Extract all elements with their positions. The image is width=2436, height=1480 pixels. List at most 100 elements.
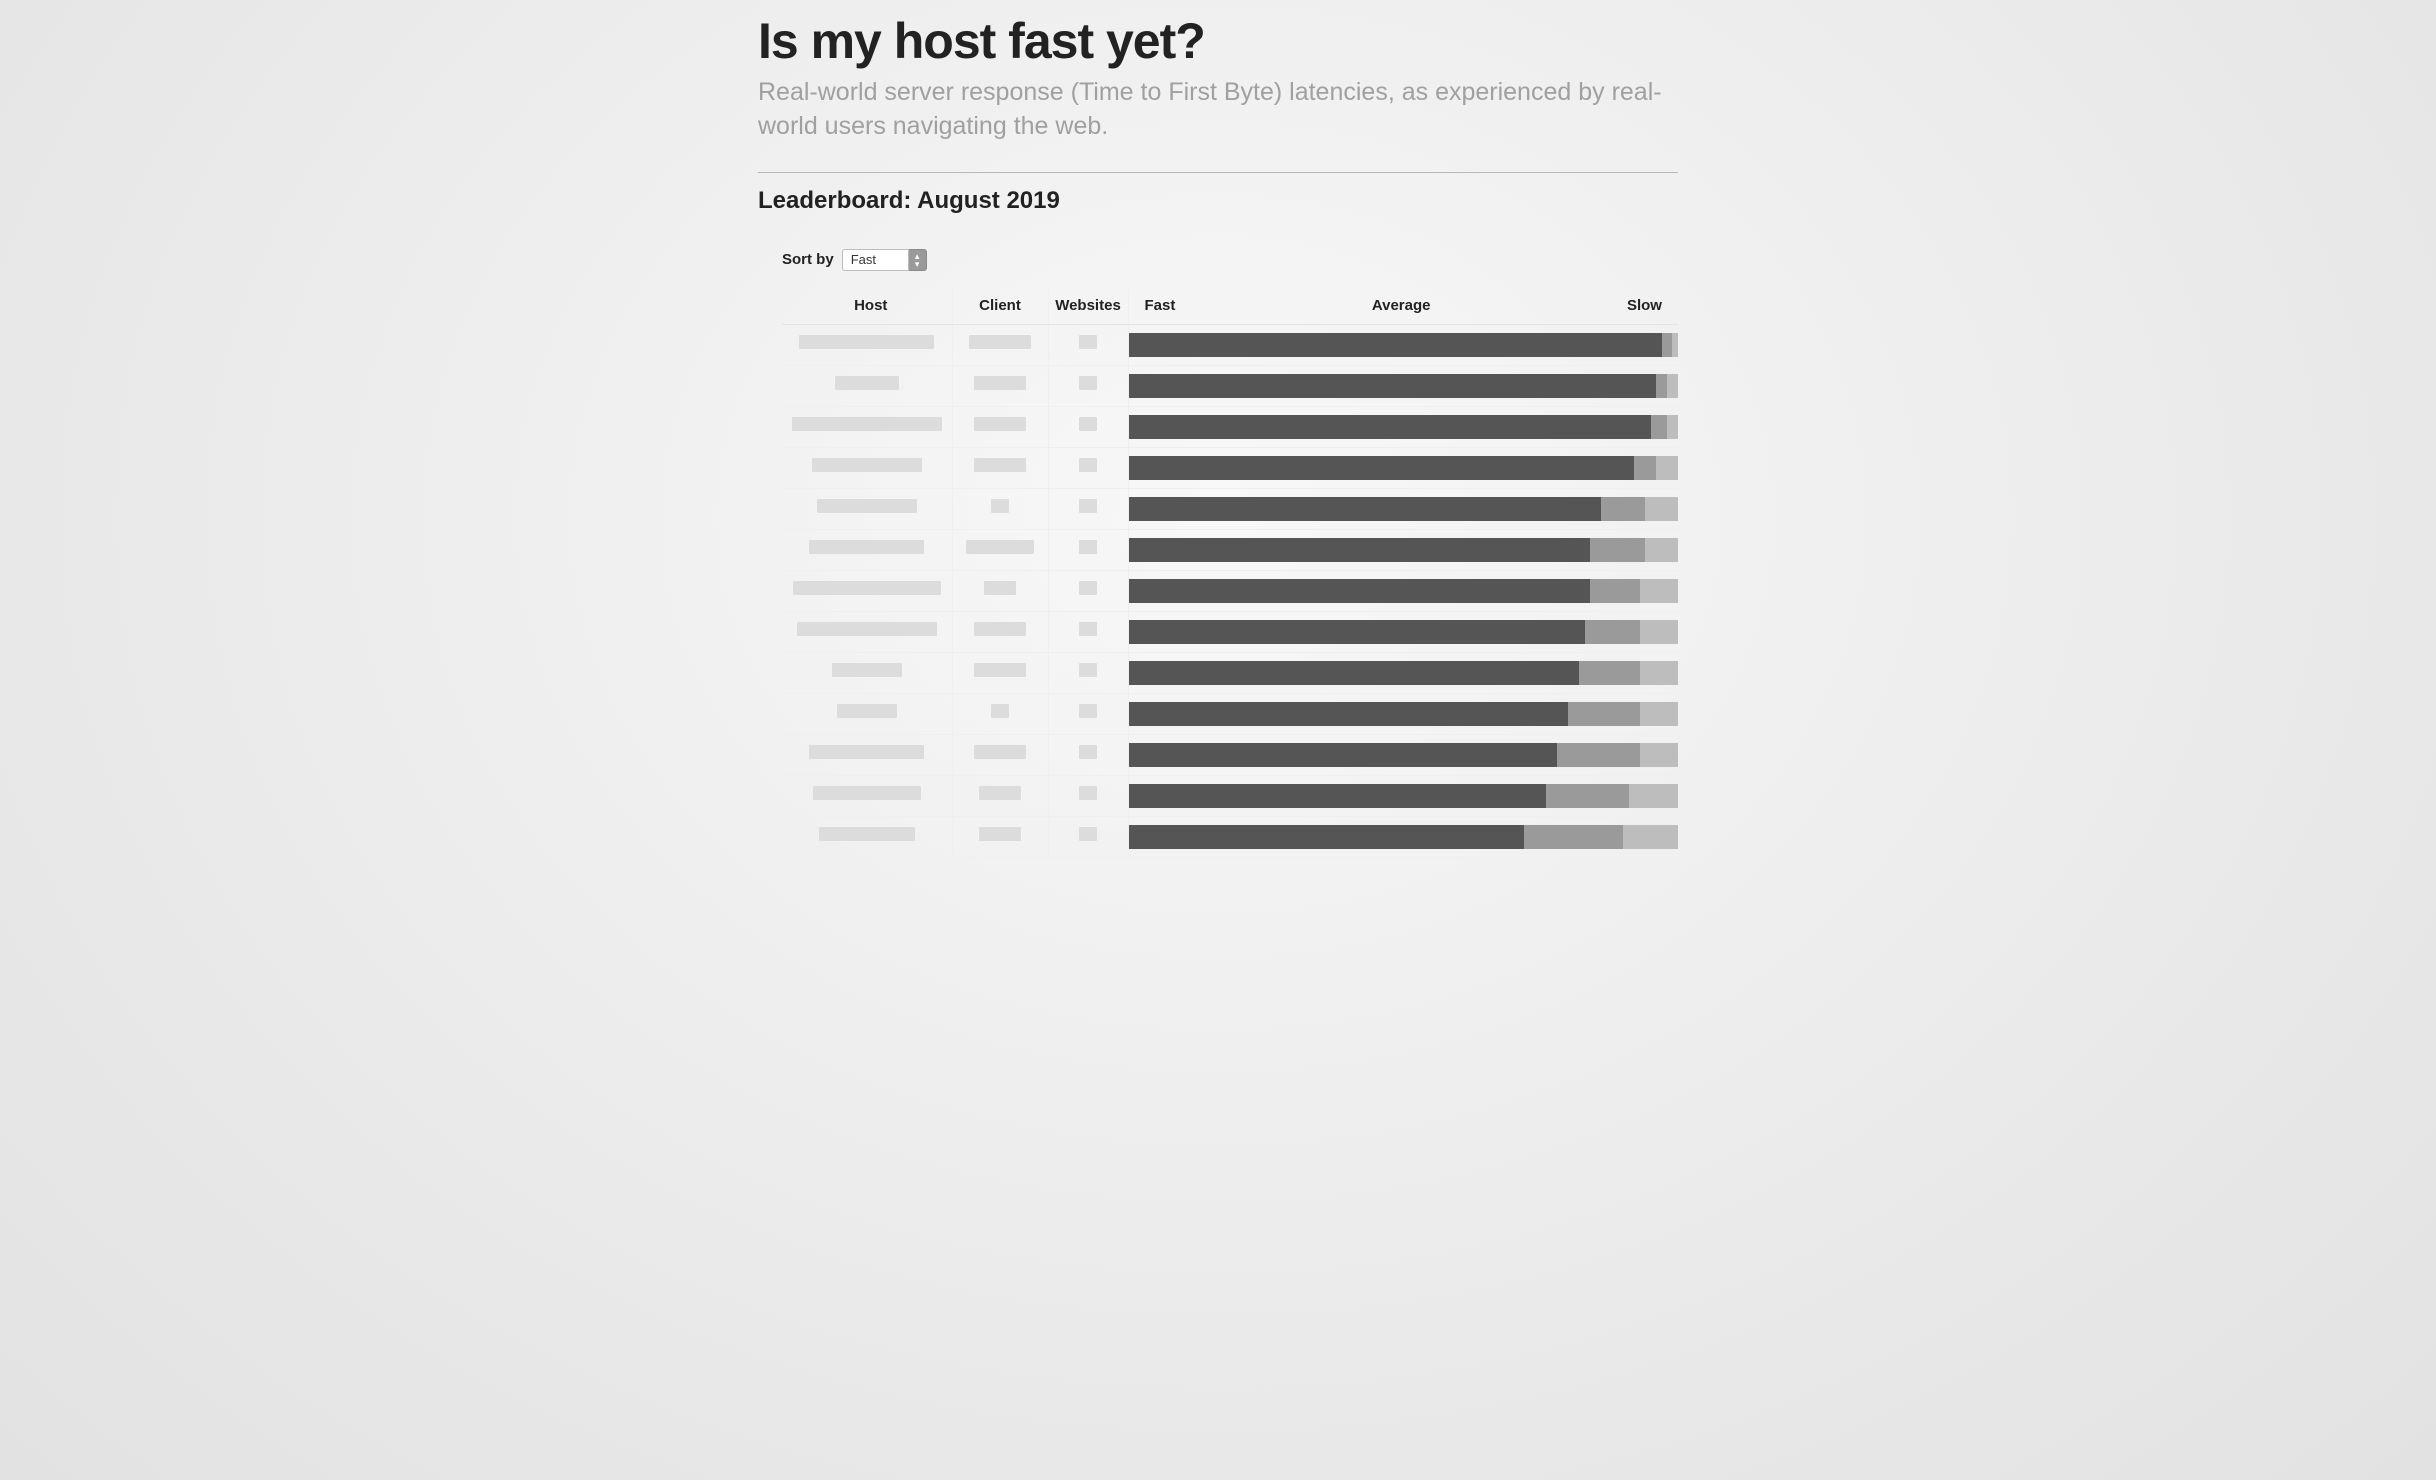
- stacked-bar: [1129, 579, 1679, 603]
- client-cell: [952, 570, 1048, 611]
- websites-skeleton: [1079, 581, 1097, 595]
- client-skeleton: [974, 417, 1026, 431]
- bar-cell: [1128, 406, 1678, 447]
- client-cell: [952, 734, 1048, 775]
- client-cell: [952, 406, 1048, 447]
- host-skeleton: [809, 540, 924, 554]
- host-cell: [782, 734, 952, 775]
- host-cell: [782, 447, 952, 488]
- bar-cell: [1128, 734, 1678, 775]
- sort-select-wrap[interactable]: FastAverageSlow ▴▾: [842, 249, 927, 271]
- bar-cell: [1128, 488, 1678, 529]
- table-row: [782, 734, 1678, 775]
- host-cell: [782, 529, 952, 570]
- bar-cell: [1128, 570, 1678, 611]
- bar-segment-slow: [1640, 579, 1678, 603]
- websites-cell: [1048, 734, 1128, 775]
- client-cell: [952, 816, 1048, 857]
- bar-cell: [1128, 693, 1678, 734]
- col-slow[interactable]: Slow: [1627, 297, 1662, 314]
- host-cell: [782, 652, 952, 693]
- bar-segment-slow: [1667, 374, 1678, 398]
- client-skeleton: [991, 499, 1009, 513]
- bar-segment-fast: [1129, 825, 1525, 849]
- websites-skeleton: [1079, 376, 1097, 390]
- table-row: [782, 816, 1678, 857]
- bar-segment-slow: [1656, 456, 1678, 480]
- divider: [758, 172, 1678, 173]
- col-client[interactable]: Client: [952, 289, 1048, 325]
- client-skeleton: [974, 663, 1026, 677]
- col-average[interactable]: Average: [1372, 297, 1431, 314]
- bar-segment-average: [1557, 743, 1639, 767]
- client-skeleton: [974, 622, 1026, 636]
- client-cell: [952, 652, 1048, 693]
- websites-cell: [1048, 611, 1128, 652]
- websites-skeleton: [1079, 622, 1097, 636]
- bar-segment-slow: [1640, 620, 1678, 644]
- websites-skeleton: [1079, 663, 1097, 677]
- bar-cell: [1128, 447, 1678, 488]
- websites-cell: [1048, 816, 1128, 857]
- host-skeleton: [817, 499, 917, 513]
- select-chevrons-icon: ▴▾: [909, 249, 927, 271]
- websites-cell: [1048, 693, 1128, 734]
- bar-segment-fast: [1129, 456, 1635, 480]
- websites-cell: [1048, 488, 1128, 529]
- col-host[interactable]: Host: [782, 289, 952, 325]
- sort-by-label: Sort by: [782, 251, 834, 268]
- bar-segment-slow: [1640, 743, 1678, 767]
- client-cell: [952, 775, 1048, 816]
- bar-segment-slow: [1645, 538, 1678, 562]
- col-fast[interactable]: Fast: [1145, 297, 1176, 314]
- sort-select[interactable]: FastAverageSlow: [842, 249, 909, 271]
- stacked-bar: [1129, 661, 1679, 685]
- client-skeleton: [969, 335, 1031, 349]
- bar-cell: [1128, 611, 1678, 652]
- bar-segment-average: [1662, 333, 1673, 357]
- bar-segment-slow: [1672, 333, 1677, 357]
- host-cell: [782, 406, 952, 447]
- client-skeleton: [966, 540, 1034, 554]
- host-skeleton: [812, 458, 922, 472]
- table-row: [782, 406, 1678, 447]
- host-cell: [782, 775, 952, 816]
- col-websites[interactable]: Websites: [1048, 289, 1128, 325]
- websites-skeleton: [1079, 704, 1097, 718]
- bar-cell: [1128, 816, 1678, 857]
- host-cell: [782, 488, 952, 529]
- host-skeleton: [797, 622, 937, 636]
- client-cell: [952, 365, 1048, 406]
- websites-cell: [1048, 447, 1128, 488]
- websites-skeleton: [1079, 745, 1097, 759]
- bar-segment-fast: [1129, 497, 1602, 521]
- host-skeleton: [799, 335, 934, 349]
- page-subtitle: Real-world server response (Time to Firs…: [758, 76, 1678, 144]
- stacked-bar: [1129, 620, 1679, 644]
- bar-segment-slow: [1667, 415, 1678, 439]
- bar-segment-fast: [1129, 538, 1591, 562]
- websites-cell: [1048, 365, 1128, 406]
- client-skeleton: [974, 458, 1026, 472]
- websites-skeleton: [1079, 786, 1097, 800]
- bar-segment-fast: [1129, 333, 1662, 357]
- host-skeleton: [813, 786, 921, 800]
- websites-skeleton: [1079, 417, 1097, 431]
- stacked-bar: [1129, 825, 1679, 849]
- bar-segment-slow: [1645, 497, 1678, 521]
- bar-segment-average: [1656, 374, 1667, 398]
- leaderboard-table: Host Client Websites Fast Average Slow: [782, 289, 1678, 858]
- client-skeleton: [979, 827, 1021, 841]
- host-skeleton: [819, 827, 915, 841]
- table-row: [782, 488, 1678, 529]
- host-skeleton: [832, 663, 902, 677]
- bar-segment-fast: [1129, 661, 1580, 685]
- table-row: [782, 529, 1678, 570]
- bar-segment-average: [1601, 497, 1645, 521]
- table-header-row: Host Client Websites Fast Average Slow: [782, 289, 1678, 325]
- stacked-bar: [1129, 374, 1679, 398]
- websites-skeleton: [1079, 499, 1097, 513]
- bar-segment-average: [1585, 620, 1640, 644]
- websites-cell: [1048, 775, 1128, 816]
- bar-segment-average: [1546, 784, 1628, 808]
